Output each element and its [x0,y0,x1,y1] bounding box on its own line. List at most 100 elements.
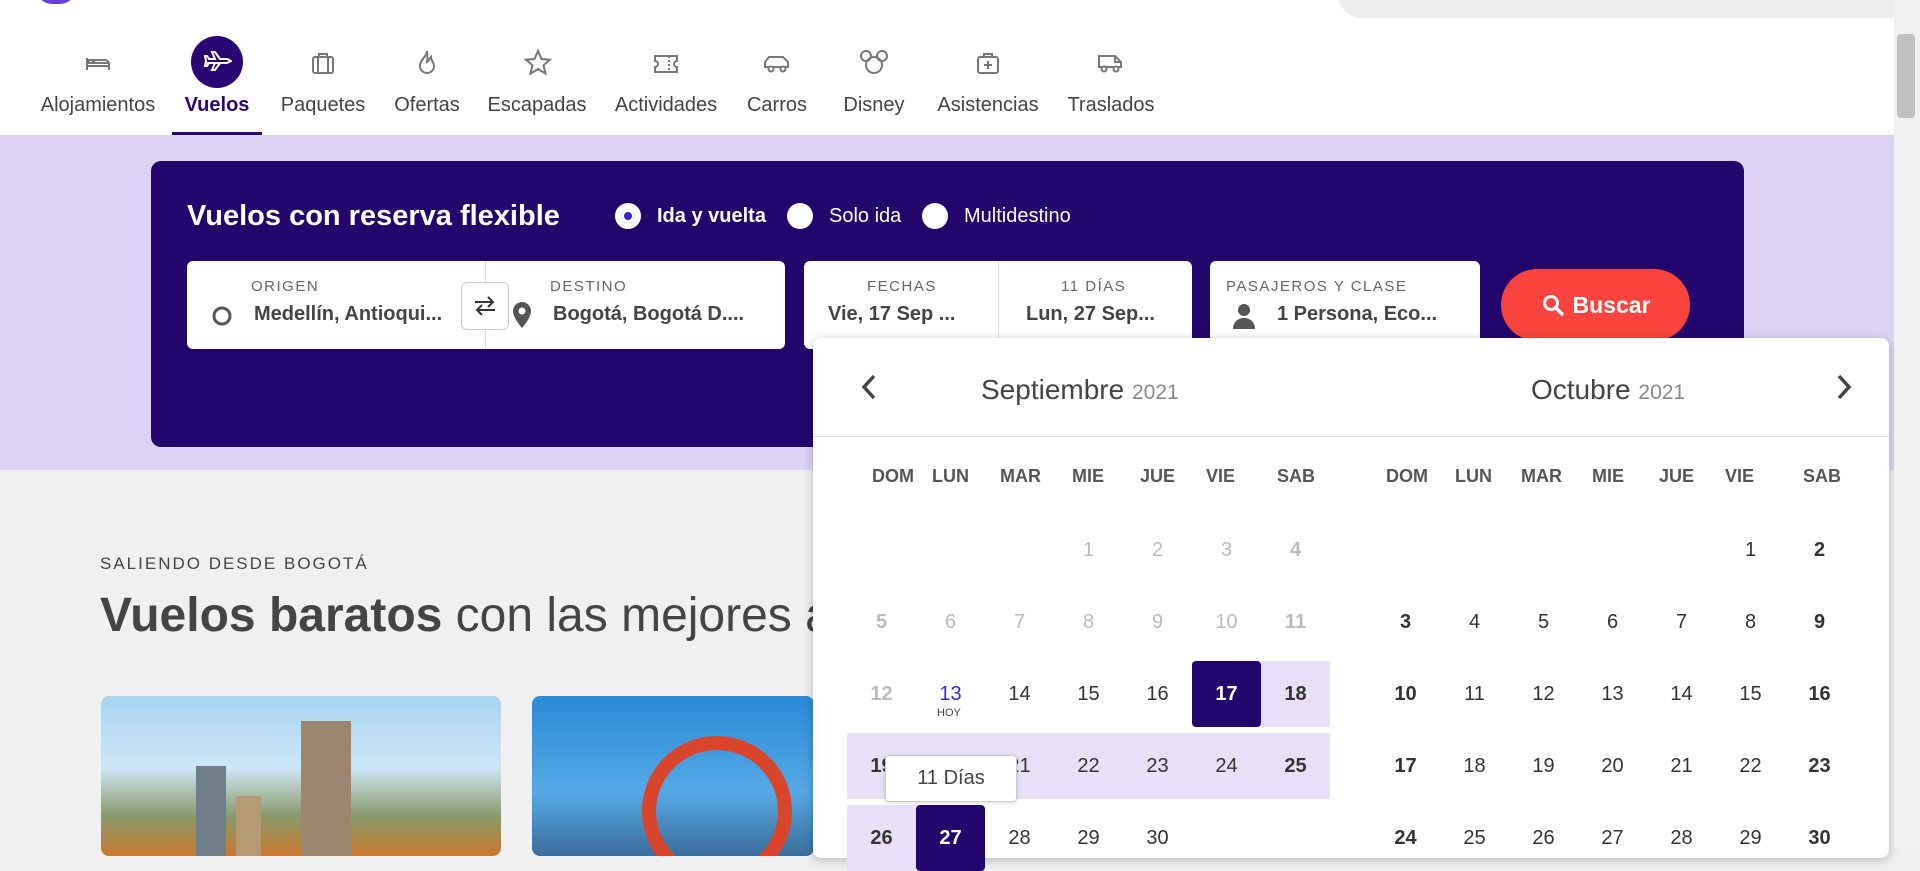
calendar-day[interactable]: 23 [1123,733,1192,799]
calendar-day[interactable]: 28 [985,805,1054,871]
calendar-day[interactable]: 18 [1261,661,1330,727]
calendar-day[interactable]: 28 [1647,805,1716,871]
calendar-day: 6 [944,610,957,633]
calendar-day[interactable]: 2 [1785,517,1854,583]
page-scrollbar[interactable] [1894,0,1920,848]
magnifier-icon [1542,295,1564,316]
tab-vuelos[interactable]: Vuelos [172,36,262,135]
calendar-day[interactable]: 16 [1123,661,1192,727]
calendar-day: 1 [1082,538,1095,561]
trip-type-roundtrip[interactable]: Ida y vuelta [615,203,766,229]
calendar-day[interactable]: 21 [1647,733,1716,799]
calendar-day[interactable]: 18 [1440,733,1509,799]
calendar-day[interactable]: 25 [1261,733,1330,799]
calendar-day[interactable]: 25 [1440,805,1509,871]
mickey-icon [848,36,900,88]
building-shape [236,796,261,856]
prev-month-button[interactable] [859,372,879,411]
tab-paquetes[interactable]: Paquetes [262,36,384,135]
weekday-header: MIE [1072,466,1105,486]
weekday-header: SAB [1277,466,1316,486]
calendar-day[interactable]: 24 [1192,733,1261,799]
weekday-header: DOM [1386,466,1428,486]
calendar-day[interactable]: 26 [847,805,916,871]
trip-type-multicity[interactable]: Multidestino [922,203,1071,229]
tab-label: Carros [746,94,807,116]
calendar-day[interactable]: 14 [985,661,1054,727]
calendar-day[interactable]: 19 [1509,733,1578,799]
calendar-day: 11 [1284,610,1307,633]
calendar-day[interactable]: 22 [1054,733,1123,799]
destination-card-city[interactable] [101,696,501,856]
tab-label: Asistencias [937,94,1039,116]
building-shape [196,766,226,856]
origin-field[interactable]: ORIGEN Medellín, Antioqui... [187,261,485,349]
calendar-day[interactable]: 15 [1716,661,1785,727]
radio-selected-icon [615,203,641,229]
car-icon [751,36,803,88]
tab-alojamientos[interactable]: Alojamientos [24,36,172,135]
calendar-day[interactable]: 22 [1716,733,1785,799]
tab-ofertas[interactable]: Ofertas [384,36,470,135]
tab-disney[interactable]: Disney [826,36,922,135]
calendar-day[interactable]: 30 [1785,805,1854,871]
calendar-day[interactable]: 1 [1716,517,1785,583]
calendar-day[interactable]: 15 [1054,661,1123,727]
destination-field[interactable]: DESTINO Bogotá, Bogotá D.... [486,261,785,349]
calendar-day[interactable]: 3 [1371,589,1440,655]
calendar-day[interactable]: 13 [1578,661,1647,727]
return-date-field[interactable]: 11 DÍAS Lun, 27 Sep... [999,261,1192,349]
tab-label: Disney [843,94,905,116]
tab-label: Traslados [1067,94,1155,116]
tab-label: Vuelos [184,94,250,116]
section-label: SALIENDO DESDE BOGOTÁ [100,554,369,573]
tab-traslados[interactable]: Traslados [1054,36,1168,135]
trip-type-oneway[interactable]: Solo ida [787,203,901,229]
weekday-header: DOM [872,466,914,486]
calendar-day[interactable]: 12 [1509,661,1578,727]
calendar-day[interactable]: 23 [1785,733,1854,799]
passengers-field[interactable]: PASAJEROS Y CLASE 1 Persona, Eco... [1210,261,1480,349]
calendar-day[interactable]: 29 [1054,805,1123,871]
calendar-day[interactable]: 30 [1123,805,1192,871]
calendar-day[interactable]: 24 [1371,805,1440,871]
month-title-right: Octubre 2021 [1531,374,1686,405]
search-button[interactable]: Buscar [1501,269,1690,341]
destination-card-park[interactable] [532,696,814,856]
weekday-header: SAB [1803,466,1842,486]
scrollbar-thumb[interactable] [1897,34,1915,118]
calendar-day[interactable]: 10 [1371,661,1440,727]
logo[interactable] [36,0,76,4]
calendar-day[interactable]: 6 [1578,589,1647,655]
header-search-box[interactable] [1338,0,1898,18]
calendar-day[interactable]: 4 [1440,589,1509,655]
flame-icon [401,36,453,88]
calendar-day[interactable]: 26 [1509,805,1578,871]
weekday-header: LUN [932,466,969,486]
next-month-button[interactable] [1834,372,1854,411]
bed-icon [72,36,124,88]
departure-date-field[interactable]: FECHAS Vie, 17 Sep ... [804,261,998,349]
calendar-day[interactable]: 20 [1578,733,1647,799]
calendar-day[interactable]: 5 [1509,589,1578,655]
tab-asistencias[interactable]: Asistencias [922,36,1054,135]
origin-circle-icon [212,306,232,326]
calendar-day[interactable]: 27 [916,805,985,871]
calendar-day[interactable]: 16 [1785,661,1854,727]
calendar-day[interactable]: 14 [1647,661,1716,727]
tab-carros[interactable]: Carros [728,36,826,135]
calendar-day[interactable]: 17 [1192,661,1261,727]
calendar-day[interactable]: 7 [1647,589,1716,655]
calendar-day[interactable]: 11 [1440,661,1509,727]
tab-escapadas[interactable]: Escapadas [470,36,604,135]
date-picker-header [813,338,1889,437]
tab-actividades[interactable]: Actividades [604,36,728,135]
ticket-icon [640,36,692,88]
calendar-day[interactable]: 27 [1578,805,1647,871]
calendar-day[interactable]: 9 [1785,589,1854,655]
weekday-header: MAR [1521,466,1562,486]
calendar-day[interactable]: 17 [1371,733,1440,799]
top-navigation-bar: Alojamientos Vuelos Paquetes Ofertas Escapad… [0,0,1898,135]
calendar-day[interactable]: 29 [1716,805,1785,871]
calendar-day[interactable]: 8 [1716,589,1785,655]
